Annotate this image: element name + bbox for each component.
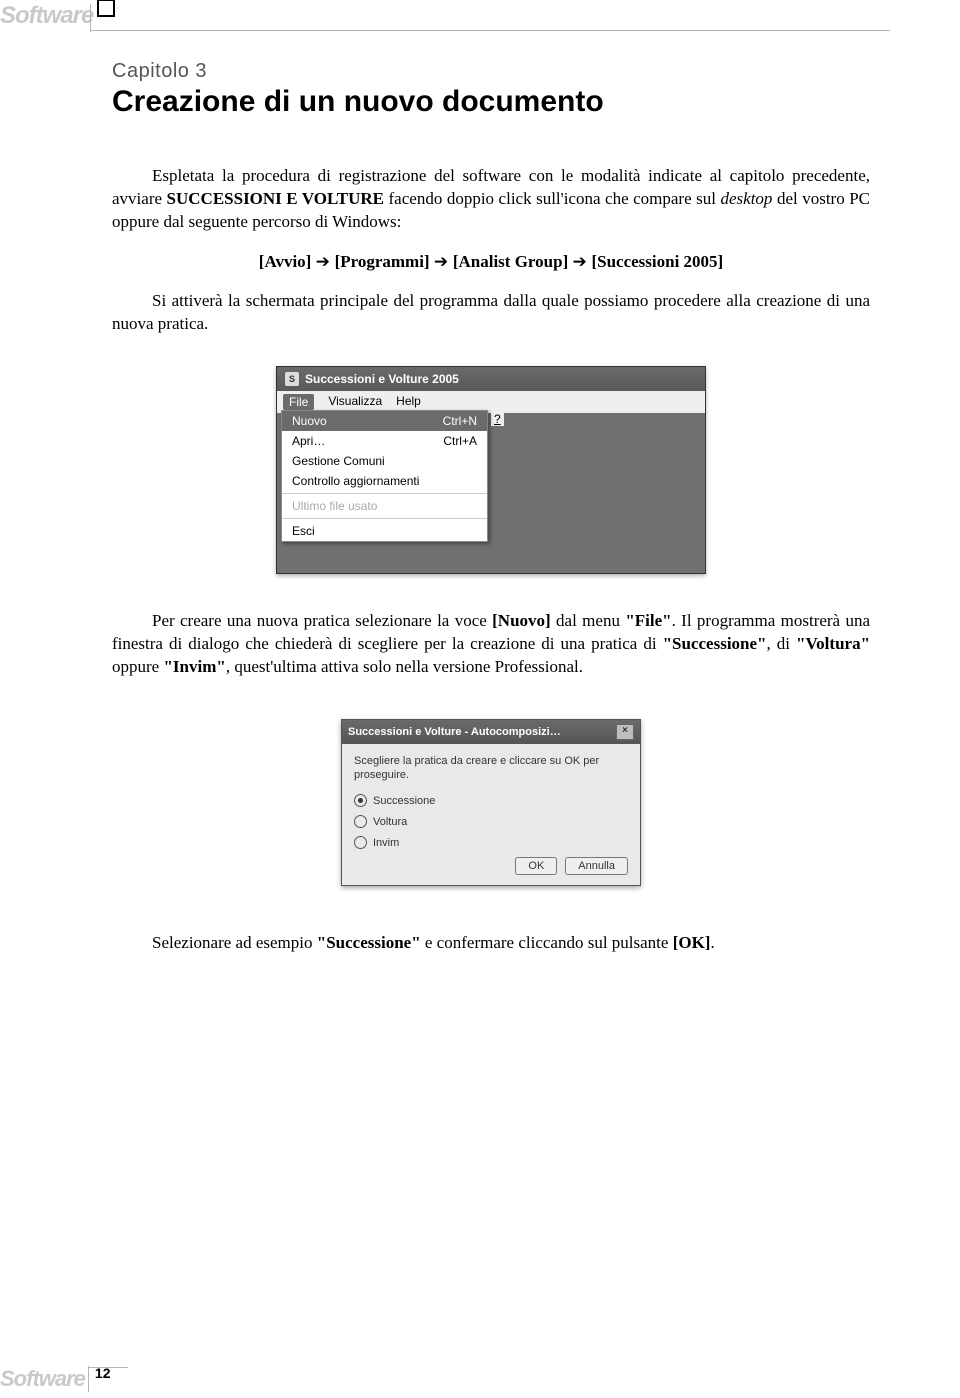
paragraph-4: Selezionare ad esempio "Successione" e c… <box>112 932 870 955</box>
paragraph-2: Si attiverà la schermata principale del … <box>112 290 870 336</box>
radio-option-invim[interactable]: Invim <box>354 836 628 849</box>
screenshot-main-window: S Successioni e Volture 2005 File Visual… <box>276 366 706 574</box>
header-vertical-rule <box>90 4 91 32</box>
window-title: Successioni e Volture 2005 <box>305 372 459 386</box>
menu-item-apri[interactable]: Apri… Ctrl+A <box>282 431 487 451</box>
window-client-area: ? Nuovo Ctrl+N Apri… Ctrl+A Gestione Com… <box>277 413 705 573</box>
arrow-icon: ➔ <box>316 252 335 271</box>
radio-option-voltura[interactable]: Voltura <box>354 815 628 828</box>
close-icon[interactable]: × <box>616 724 634 740</box>
footer: Software 12 <box>0 1366 111 1392</box>
dialog-titlebar: Successioni e Volture - Autocomposizi… × <box>342 720 640 744</box>
menu-separator <box>282 493 487 494</box>
arrow-icon: ➔ <box>572 252 591 271</box>
paragraph-1: Espletata la procedura di registrazione … <box>112 165 870 234</box>
brand-word: Software <box>0 2 93 30</box>
header: Software <box>0 2 115 30</box>
header-rule <box>90 30 890 31</box>
help-icon[interactable]: ? <box>491 412 504 426</box>
brand-word: Software <box>0 1366 85 1392</box>
arrow-icon: ➔ <box>434 252 453 271</box>
menu-item-ultimo-file: Ultimo file usato <box>282 496 487 516</box>
menu-item-esci[interactable]: Esci <box>282 521 487 541</box>
radio-icon <box>354 815 367 828</box>
window-titlebar: S Successioni e Volture 2005 <box>277 367 705 391</box>
menu-item-gestione-comuni[interactable]: Gestione Comuni <box>282 451 487 471</box>
file-menu-dropdown: Nuovo Ctrl+N Apri… Ctrl+A Gestione Comun… <box>281 410 488 542</box>
paragraph-3: Per creare una nuova pratica selezionare… <box>112 610 870 679</box>
radio-icon <box>354 794 367 807</box>
screenshot-autocomposizione-dialog: Successioni e Volture - Autocomposizi… ×… <box>341 719 641 887</box>
page-title: Creazione di un nuovo documento <box>112 85 870 119</box>
radio-icon <box>354 836 367 849</box>
annulla-button[interactable]: Annulla <box>565 857 628 875</box>
footer-rule <box>88 1367 128 1368</box>
menu-item-nuovo[interactable]: Nuovo Ctrl+N <box>282 411 487 431</box>
chapter-label: Capitolo 3 <box>112 60 870 83</box>
menu-item-controllo-aggiornamenti[interactable]: Controllo aggiornamenti <box>282 471 487 491</box>
ok-button[interactable]: OK <box>515 857 557 875</box>
app-icon: S <box>285 372 299 386</box>
footer-vertical-rule <box>88 1366 89 1392</box>
menu-file[interactable]: File <box>283 394 314 410</box>
windows-path: [Avvio] ➔ [Programmi] ➔ [Analist Group] … <box>112 252 870 272</box>
menu-visualizza[interactable]: Visualizza <box>328 394 382 410</box>
maximize-icon <box>97 0 115 17</box>
radio-option-successione[interactable]: Successione <box>354 794 628 807</box>
menu-separator <box>282 518 487 519</box>
menu-help[interactable]: Help <box>396 394 421 410</box>
dialog-instruction: Scegliere la pratica da creare e cliccar… <box>354 754 628 783</box>
dialog-title: Successioni e Volture - Autocomposizi… <box>348 726 561 738</box>
